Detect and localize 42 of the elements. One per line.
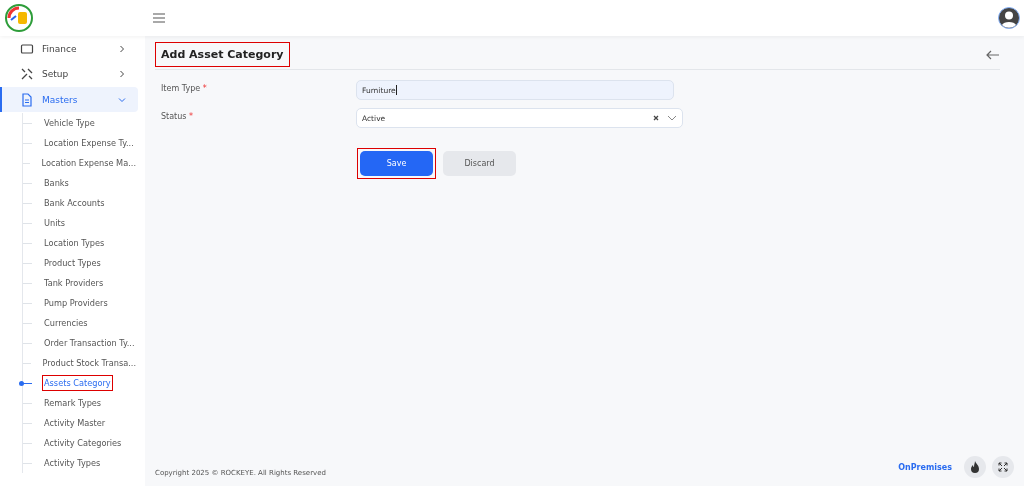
- sidebar-item[interactable]: Product Stock Transa...: [40, 355, 138, 371]
- sidebar-item[interactable]: Activity Categories: [42, 435, 124, 451]
- clear-icon[interactable]: [653, 115, 659, 121]
- chevron-down-icon[interactable]: [667, 115, 677, 121]
- document-icon: [20, 92, 34, 107]
- sidebar-item[interactable]: Bank Accounts: [42, 195, 107, 211]
- sidebar-group[interactable]: Finance: [0, 37, 138, 61]
- field-label: Status: [161, 112, 187, 121]
- sidebar-item[interactable]: Assets Category: [42, 375, 113, 391]
- logo-icon: [4, 3, 34, 33]
- field-label: Item Type: [161, 84, 201, 93]
- sidebar-item[interactable]: Remark Types: [42, 395, 104, 411]
- flame-icon: [970, 461, 980, 473]
- sidebar-item[interactable]: Location Types: [42, 235, 107, 251]
- sidebar-group[interactable]: Masters: [0, 87, 138, 112]
- fullscreen-icon: [998, 462, 1008, 472]
- deployment-mode-link[interactable]: OnPremises: [898, 462, 952, 472]
- sidebar-item[interactable]: Banks: [42, 175, 71, 191]
- chevron-icon: [118, 95, 126, 104]
- sidebar-item[interactable]: Order Transaction Ty...: [42, 335, 137, 351]
- chevron-icon: [118, 45, 126, 53]
- sidebar-item[interactable]: Location Expense Ty...: [42, 135, 136, 151]
- sidebar-item[interactable]: Tank Providers: [42, 275, 106, 291]
- required-mark: *: [202, 84, 207, 93]
- fullscreen-button[interactable]: [992, 456, 1014, 478]
- save-button[interactable]: Save: [360, 151, 433, 176]
- sidebar-item[interactable]: Units: [42, 215, 67, 231]
- sidebar-item[interactable]: Location Expense Ma...: [39, 155, 138, 171]
- sidebar-item[interactable]: Activity Master: [42, 415, 108, 431]
- sidebar-item[interactable]: Pump Providers: [42, 295, 110, 311]
- sidebar-item[interactable]: Currencies: [42, 315, 90, 331]
- flame-button[interactable]: [964, 456, 986, 478]
- sidebar-item[interactable]: Vehicle Type: [42, 115, 97, 131]
- sidebar-group[interactable]: Setup: [0, 62, 138, 86]
- sidebar-item[interactable]: Product Types: [42, 255, 103, 271]
- back-arrow-icon[interactable]: [986, 49, 1000, 60]
- sidebar-item[interactable]: Activity Types: [42, 455, 103, 471]
- required-mark: *: [189, 112, 194, 121]
- chevron-icon: [118, 70, 126, 78]
- avatar-icon[interactable]: [998, 7, 1020, 29]
- page-title: Add Asset Category: [155, 42, 290, 67]
- discard-button[interactable]: Discard: [443, 151, 516, 176]
